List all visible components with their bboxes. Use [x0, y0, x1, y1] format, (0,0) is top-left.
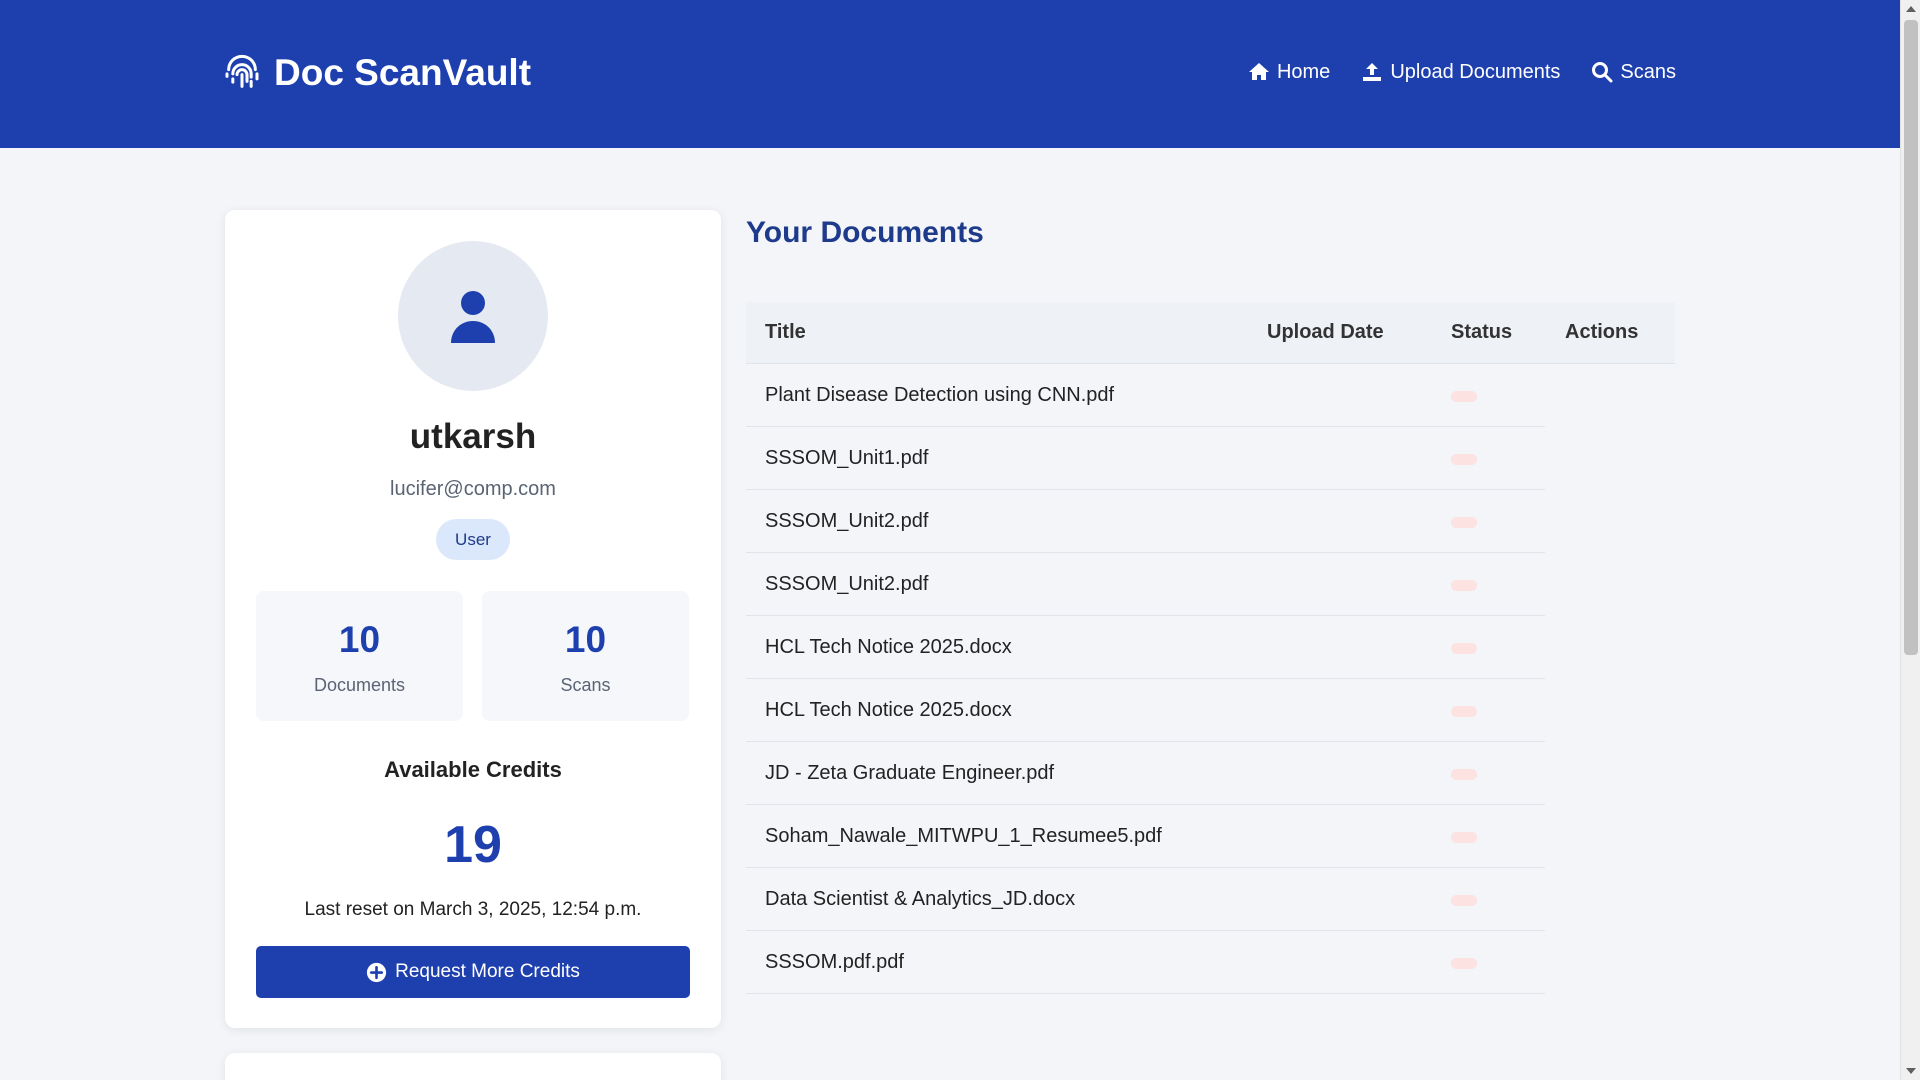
page-scrollbar[interactable]: [1900, 0, 1920, 1080]
status-badge: [1451, 895, 1477, 906]
credits-reset-text: Last reset on March 3, 2025, 12:54 p.m.: [304, 899, 642, 920]
table-row: HCL Tech Notice 2025.docx: [746, 679, 1545, 742]
table-row: SSSOM_Unit2.pdf: [746, 553, 1545, 616]
table-row: SSSOM_Unit2.pdf: [746, 490, 1545, 553]
table-row: SSSOM_Unit1.pdf: [746, 427, 1545, 490]
nav-scans-label: Scans: [1620, 60, 1676, 83]
request-credits-button[interactable]: Request More Credits: [256, 946, 690, 998]
document-title: HCL Tech Notice 2025.docx: [765, 635, 1012, 658]
document-title: HCL Tech Notice 2025.docx: [765, 698, 1012, 721]
nav-links: Home Upload Documents Scans: [1247, 60, 1676, 84]
status-badge: [1451, 391, 1477, 402]
scans-stat: 10 Scans: [482, 591, 689, 721]
document-title: SSSOM.pdf.pdf: [765, 950, 904, 973]
profile-email: lucifer@comp.com: [390, 478, 556, 500]
brand-logo[interactable]: Doc ScanVault: [222, 52, 531, 94]
brand-name: Doc ScanVault: [274, 52, 532, 93]
status-badge: [1451, 832, 1477, 843]
scroll-up-arrow-icon[interactable]: [1906, 6, 1916, 12]
scrollbar-thumb[interactable]: [1904, 20, 1918, 655]
table-row: Data Scientist & Analytics_JD.docx: [746, 868, 1545, 931]
plus-circle-icon: [366, 962, 387, 982]
status-badge: [1451, 517, 1477, 528]
table-row: JD - Zeta Graduate Engineer.pdf: [746, 742, 1545, 805]
table-body: Plant Disease Detection using CNN.pdf SS…: [746, 364, 1675, 994]
credits-title: Available Credits: [384, 757, 562, 782]
profile-card: utkarsh lucifer@comp.com User 10 Documen…: [225, 210, 721, 1028]
documents-heading: Your Documents: [746, 216, 984, 249]
documents-count: 10: [338, 619, 381, 660]
request-credits-label: Request More Credits: [395, 961, 580, 982]
table-row: SSSOM.pdf.pdf: [746, 931, 1545, 994]
document-title: SSSOM_Unit2.pdf: [765, 572, 929, 595]
nav-home-label: Home: [1276, 60, 1331, 83]
scans-count: 10: [564, 619, 607, 660]
table-header: Title Upload Date Status Actions: [746, 302, 1675, 364]
avatar: [398, 241, 548, 391]
home-icon: [1248, 63, 1269, 80]
documents-stat: 10 Documents: [256, 591, 463, 721]
user-icon: [451, 291, 495, 343]
upload-icon: [1363, 63, 1382, 81]
role-badge: User: [436, 519, 510, 560]
fingerprint-icon: [225, 54, 259, 88]
nav-upload-label: Upload Documents: [1390, 60, 1561, 83]
table-row: Plant Disease Detection using CNN.pdf: [746, 364, 1545, 427]
scans-label: Scans: [560, 675, 611, 695]
status-badge: [1451, 454, 1477, 465]
document-title: JD - Zeta Graduate Engineer.pdf: [765, 761, 1055, 784]
documents-label: Documents: [313, 675, 406, 695]
scroll-down-arrow-icon[interactable]: [1906, 1068, 1916, 1074]
column-header-title: Title: [765, 321, 806, 343]
top-navbar: Doc ScanVault Home Upload Documents Scan…: [0, 0, 1900, 148]
status-badge: [1451, 706, 1477, 717]
document-title: SSSOM_Unit2.pdf: [765, 509, 929, 532]
nav-upload-link[interactable]: Upload Documents: [1360, 60, 1560, 84]
status-badge: [1451, 580, 1477, 591]
profile-username: utkarsh: [409, 417, 537, 456]
documents-table: Title Upload Date Status Actions Plant D…: [746, 302, 1675, 994]
nav-scans-link[interactable]: Scans: [1590, 60, 1676, 84]
table-row: Soham_Nawale_MITWPU_1_Resumee5.pdf: [746, 805, 1545, 868]
nav-home-link[interactable]: Home: [1247, 60, 1330, 84]
column-header-actions: Actions: [1565, 321, 1639, 343]
status-badge: [1451, 769, 1477, 780]
document-title: Data Scientist & Analytics_JD.docx: [765, 887, 1076, 910]
table-row: HCL Tech Notice 2025.docx: [746, 616, 1545, 679]
column-header-upload-date: Upload Date: [1267, 321, 1384, 343]
secondary-card: [225, 1053, 721, 1080]
status-badge: [1451, 643, 1477, 654]
search-icon: [1592, 62, 1613, 83]
document-title: Plant Disease Detection using CNN.pdf: [765, 383, 1115, 406]
column-header-status: Status: [1451, 321, 1513, 343]
status-badge: [1451, 958, 1477, 969]
document-title: SSSOM_Unit1.pdf: [765, 446, 929, 469]
credits-value: 19: [444, 816, 502, 874]
document-title: Soham_Nawale_MITWPU_1_Resumee5.pdf: [765, 824, 1162, 847]
